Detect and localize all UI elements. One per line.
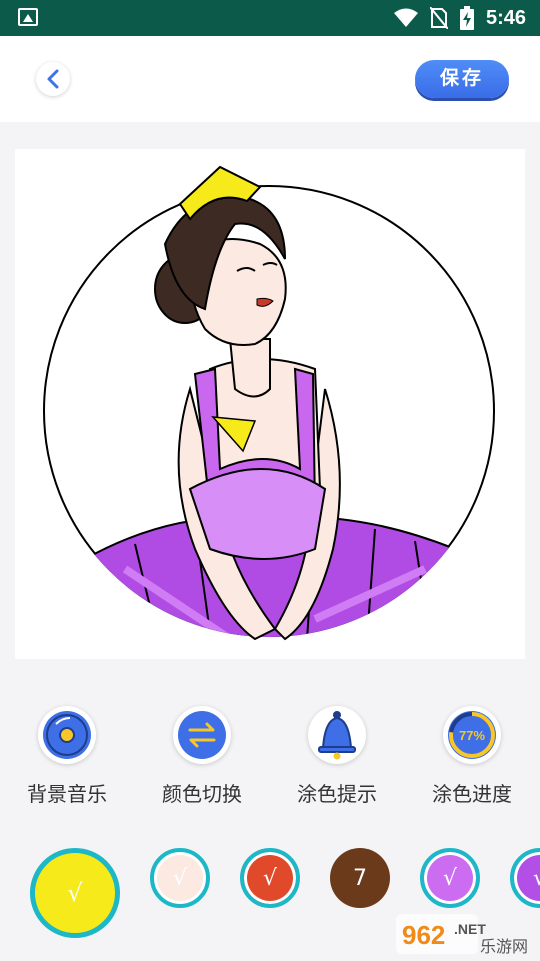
progress-ring: 77% [448,711,496,759]
color-swatch[interactable]: √ [240,848,300,908]
watermark-logo: 962 .NET 乐游网 [396,912,536,956]
svg-text:乐游网: 乐游网 [480,937,528,956]
color-swatch[interactable]: 7 [330,848,390,908]
hint-button[interactable] [308,706,366,764]
back-button[interactable] [36,62,70,96]
swatch-mark: √ [533,866,540,891]
color-swatch[interactable]: √ [150,848,210,908]
color-swatch[interactable]: √ [30,848,120,938]
app-bar: 保存 [0,36,540,122]
coloring-canvas[interactable] [15,149,525,659]
swatch-mark: √ [67,879,83,907]
battery-charging-icon [459,6,474,30]
system-icons: 5:46 [393,6,526,30]
no-sim-icon [429,7,448,29]
swap-arrows-icon [178,711,226,759]
progress-percent: 77% [459,728,485,743]
tool-label: 涂色提示 [297,782,377,806]
princess-illustration[interactable] [15,149,525,659]
status-bar: 5:46 [0,0,540,36]
tool-color-switch[interactable]: 颜色切换 [147,700,257,807]
color-swatch[interactable]: √ [420,848,480,908]
swatch-mark: √ [262,865,278,891]
tools-row: 背景音乐 颜色切换 涂色提示 77% 涂色进度 [0,700,540,810]
chevron-left-icon [47,69,59,89]
tool-label: 颜色切换 [162,782,242,806]
tool-coloring-progress[interactable]: 77% 涂色进度 [417,700,527,807]
bell-icon [318,711,356,760]
color-swatch[interactable]: √ [510,848,540,908]
swatch-mark: √ [442,865,458,891]
svg-text:962: 962 [402,920,445,950]
gallery-icon [18,8,38,26]
tool-label: 背景音乐 [27,782,107,806]
progress-button[interactable]: 77% [443,706,501,764]
tool-coloring-hint[interactable]: 涂色提示 [282,700,392,807]
music-disc-icon [43,711,91,759]
music-button[interactable] [38,706,96,764]
tool-label: 涂色进度 [432,782,512,806]
swatch-mark: √ [172,865,188,891]
svg-text:.NET: .NET [454,921,486,937]
color-switch-button[interactable] [173,706,231,764]
wifi-icon [393,8,418,27]
status-time: 5:46 [485,6,526,29]
tool-background-music[interactable]: 背景音乐 [12,700,122,807]
save-button[interactable]: 保存 [415,60,509,98]
swatch-mark: 7 [353,865,367,891]
